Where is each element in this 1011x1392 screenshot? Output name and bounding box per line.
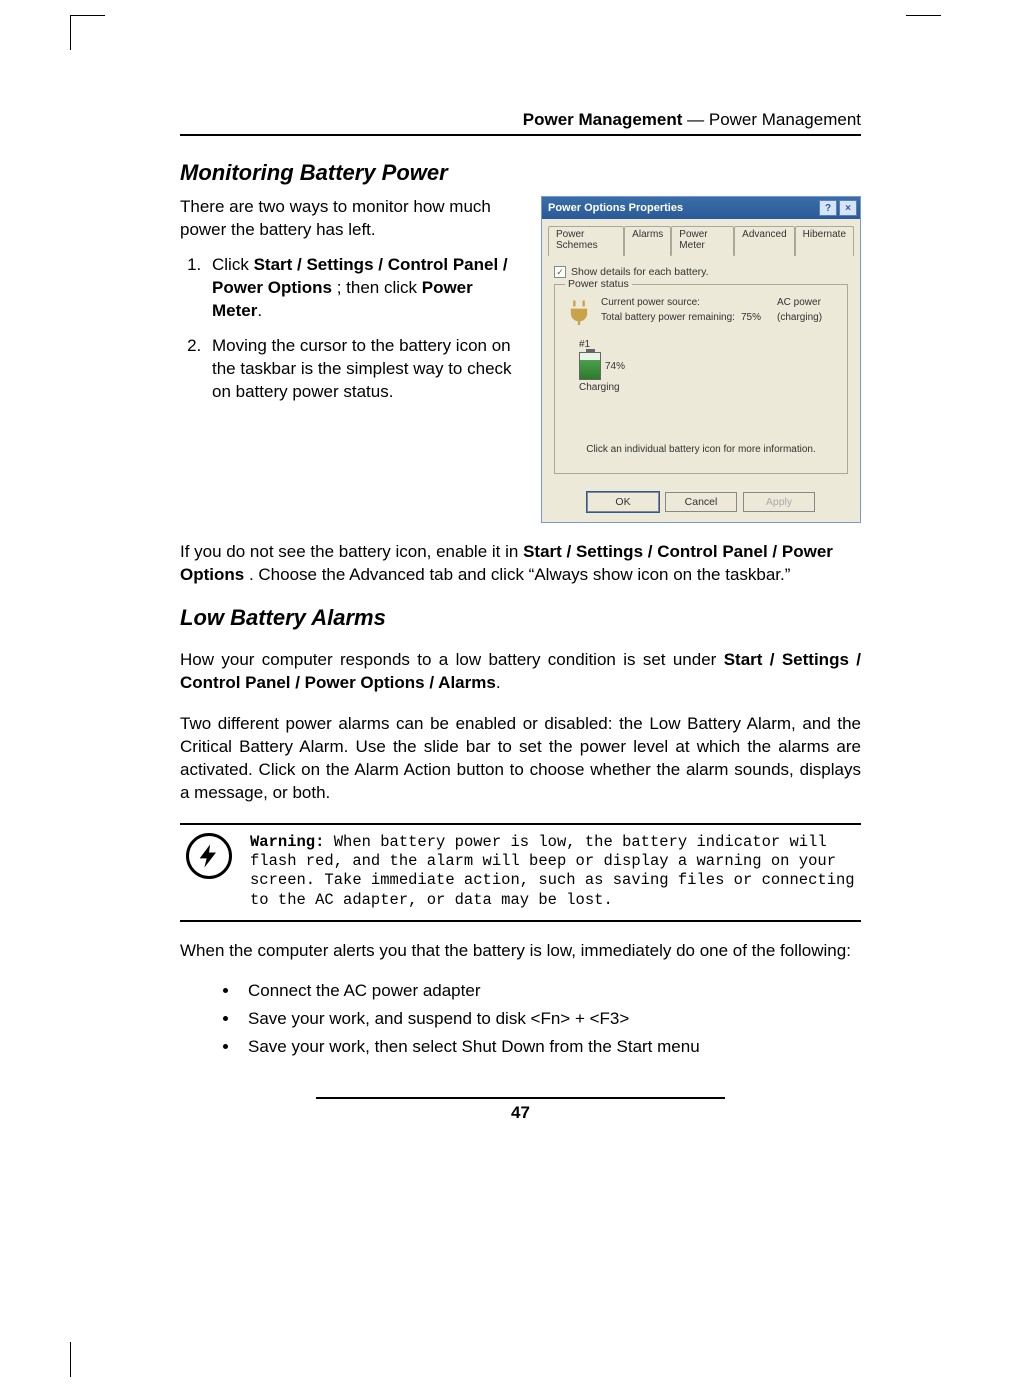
battery-percent: 74% — [605, 361, 625, 372]
current-source-value: AC power — [777, 297, 837, 310]
warning-label: Warning: — [250, 833, 324, 851]
section-heading-low-battery: Low Battery Alarms — [180, 605, 861, 631]
page-number: 47 — [180, 1103, 861, 1123]
tab-power-schemes[interactable]: Power Schemes — [548, 226, 624, 256]
crop-mark-tr — [906, 15, 941, 50]
titlebar-close-button[interactable]: × — [839, 200, 857, 216]
current-source-label: Current power source: — [601, 297, 741, 310]
battery-hint: Click an individual battery icon for mor… — [565, 393, 837, 455]
plug-icon — [565, 297, 593, 325]
total-remaining-value: 75% — [741, 312, 777, 325]
low-battery-p2: Two different power alarms can be enable… — [180, 713, 861, 805]
running-header: Power Management — Power Management — [180, 110, 861, 136]
section1-left-column: There are two ways to monitor how much p… — [180, 196, 521, 416]
battery-state: Charging — [579, 382, 837, 393]
section1-step1: Click Start / Settings / Control Panel /… — [206, 254, 521, 323]
warning-top-rule — [180, 823, 861, 825]
cancel-button[interactable]: Cancel — [665, 492, 737, 512]
warning-box: Warning: When battery power is low, the … — [180, 831, 861, 915]
header-sep: — — [682, 110, 708, 129]
header-rest: Power Management — [709, 110, 861, 129]
section1-step2: Moving the cursor to the battery icon on… — [206, 335, 521, 404]
titlebar-help-button[interactable]: ? — [819, 200, 837, 216]
apply-button[interactable]: Apply — [743, 492, 815, 512]
action-bullet-list: Connect the AC power adapter Save your w… — [180, 981, 861, 1057]
battery-number: #1 — [579, 339, 837, 350]
warning-text: When battery power is low, the battery i… — [250, 833, 855, 909]
header-bold: Power Management — [523, 110, 683, 129]
tab-power-meter[interactable]: Power Meter — [671, 226, 734, 256]
bullet-3: Save your work, then select Shut Down fr… — [240, 1037, 861, 1057]
tab-advanced[interactable]: Advanced — [734, 226, 794, 256]
dialog-title: Power Options Properties — [548, 202, 683, 214]
show-details-checkbox[interactable]: ✓ — [554, 266, 566, 278]
section-heading-monitoring: Monitoring Battery Power — [180, 160, 861, 186]
footer-rule — [316, 1097, 725, 1099]
section1-intro: There are two ways to monitor how much p… — [180, 196, 521, 242]
dialog-titlebar: Power Options Properties ? × — [542, 197, 860, 219]
after-warning-paragraph: When the computer alerts you that the ba… — [180, 940, 861, 963]
ok-button[interactable]: OK — [587, 492, 659, 512]
fieldset-legend: Power status — [565, 278, 632, 290]
dialog-tabs: Power Schemes Alarms Power Meter Advance… — [548, 225, 854, 256]
enable-icon-paragraph: If you do not see the battery icon, enab… — [180, 541, 861, 587]
show-details-label: Show details for each battery. — [571, 266, 709, 278]
tab-alarms[interactable]: Alarms — [624, 226, 671, 256]
crop-mark-tl — [70, 15, 105, 50]
tab-hibernate[interactable]: Hibernate — [795, 226, 854, 256]
total-remaining-label: Total battery power remaining: — [601, 312, 741, 325]
bullet-2: Save your work, and suspend to disk <Fn>… — [240, 1009, 861, 1029]
total-remaining-status: (charging) — [777, 312, 837, 325]
low-battery-p1: How your computer responds to a low batt… — [180, 649, 861, 695]
warning-bottom-rule — [180, 920, 861, 922]
bullet-1: Connect the AC power adapter — [240, 981, 861, 1001]
power-options-dialog: Power Options Properties ? × Power Schem… — [541, 196, 861, 523]
page-footer: 47 — [180, 1097, 861, 1123]
crop-mark-bl — [70, 1342, 105, 1377]
battery-icon[interactable] — [579, 352, 601, 380]
power-status-fieldset: Power status Current power source: AC po… — [554, 284, 848, 474]
lightning-icon — [186, 833, 232, 879]
page-content: Power Management — Power Management Moni… — [0, 0, 1011, 1183]
